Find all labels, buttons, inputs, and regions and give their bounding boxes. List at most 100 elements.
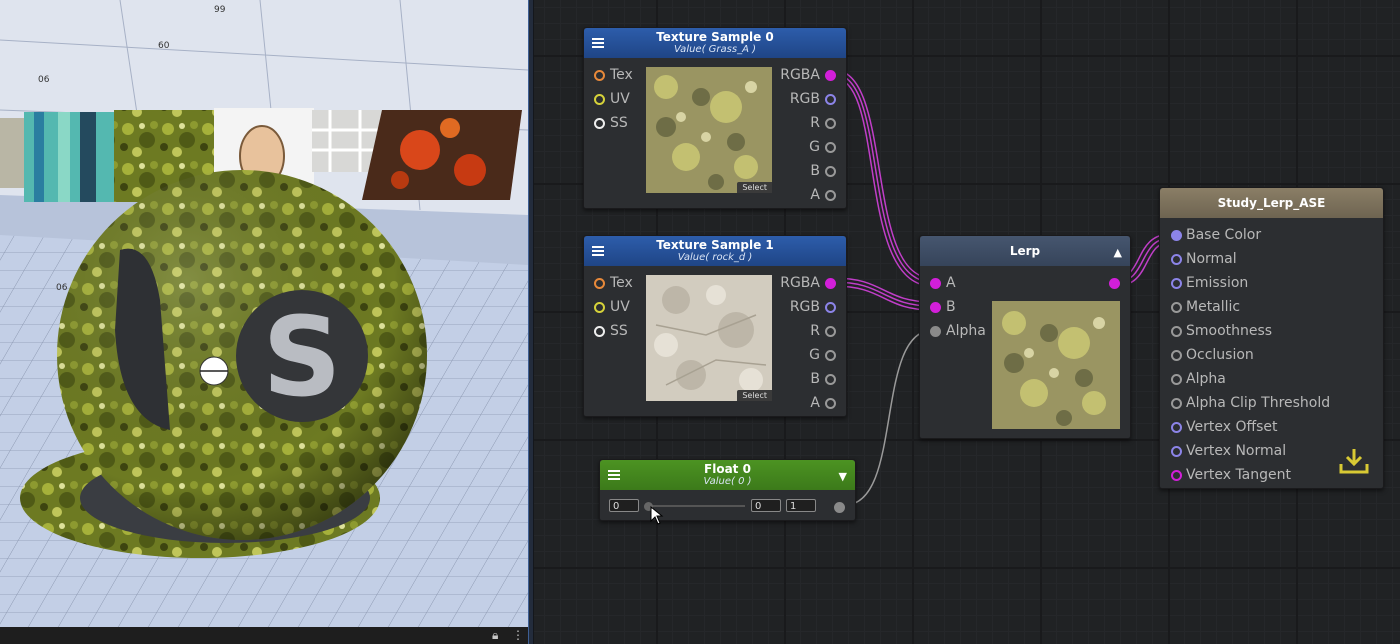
input-port-b[interactable] <box>930 302 941 313</box>
ruler-label: 06 <box>56 283 68 293</box>
output-label: RGB <box>789 299 820 315</box>
input-label: B <box>946 299 956 315</box>
output-port[interactable] <box>1109 278 1120 289</box>
input-label: Alpha <box>946 323 986 339</box>
select-texture-button[interactable]: Select <box>737 182 772 193</box>
input-label: Emission <box>1186 275 1249 291</box>
input-port-uv[interactable] <box>594 302 605 313</box>
viewport-toolbar: 🔒︎ ⋮ <box>0 627 528 644</box>
texture-preview: Select <box>646 275 772 401</box>
node-menu-icon[interactable] <box>592 38 604 48</box>
input-port-tex[interactable] <box>594 70 605 81</box>
output-port-b[interactable] <box>825 374 836 385</box>
output-port-rgba[interactable] <box>825 70 836 81</box>
input-port[interactable] <box>1171 422 1182 433</box>
output-port-rgba[interactable] <box>825 278 836 289</box>
output-port-r[interactable] <box>825 326 836 337</box>
texture-sample-0-node[interactable]: Texture Sample 0 Value( Grass_A ) Tex UV… <box>583 27 847 209</box>
input-port[interactable] <box>1171 326 1182 337</box>
input-label: Tex <box>610 67 633 83</box>
mouse-cursor-icon <box>650 506 664 525</box>
node-header[interactable]: Lerp ▲ <box>920 236 1130 266</box>
texture-sample-1-node[interactable]: Texture Sample 1 Value( rock_d ) Tex UV … <box>583 235 847 417</box>
collapse-arrow-icon[interactable]: ▲ <box>1114 246 1122 259</box>
output-port-a[interactable] <box>825 190 836 201</box>
max-value-field[interactable]: 1 <box>786 499 816 512</box>
node-graph-canvas[interactable]: Texture Sample 0 Value( Grass_A ) Tex UV… <box>534 0 1400 644</box>
node-header[interactable]: Texture Sample 1 Value( rock_d ) <box>584 236 846 266</box>
input-label: Base Color <box>1186 227 1262 243</box>
input-label: SS <box>610 323 628 339</box>
input-label: Vertex Tangent <box>1186 467 1291 483</box>
node-header[interactable]: Texture Sample 0 Value( Grass_A ) <box>584 28 846 58</box>
input-port-alpha[interactable] <box>930 326 941 337</box>
input-label: Vertex Normal <box>1186 443 1287 459</box>
input-port[interactable] <box>1171 230 1182 241</box>
select-texture-button[interactable]: Select <box>737 390 772 401</box>
input-port-ss[interactable] <box>594 326 605 337</box>
output-label: G <box>809 139 820 155</box>
master-output-node[interactable]: Study_Lerp_ASE Base Color Normal Emission M… <box>1159 187 1384 489</box>
input-label: A <box>946 275 956 291</box>
more-menu-icon[interactable]: ⋮ <box>512 628 524 642</box>
lock-icon[interactable]: 🔒︎ <box>492 628 498 643</box>
output-label: B <box>810 371 820 387</box>
input-port[interactable] <box>1171 278 1182 289</box>
output-label: R <box>810 115 820 131</box>
ruler-label: 06 <box>38 75 50 85</box>
input-port-a[interactable] <box>930 278 941 289</box>
sphere-logo: S <box>262 293 341 421</box>
input-label: SS <box>610 115 628 131</box>
input-port[interactable] <box>1171 254 1182 265</box>
texture-preview: Select <box>646 67 772 193</box>
save-download-icon[interactable] <box>1336 444 1372 478</box>
node-subtitle: Value( rock_d ) <box>677 252 753 263</box>
scene-viewport[interactable]: 06 60 99 06 S <box>0 0 528 627</box>
output-port-b[interactable] <box>825 166 836 177</box>
input-port[interactable] <box>1171 350 1182 361</box>
input-port-tex[interactable] <box>594 278 605 289</box>
input-label: Normal <box>1186 251 1237 267</box>
output-port-rgb[interactable] <box>825 94 836 105</box>
node-subtitle: Value( Grass_A ) <box>673 44 756 55</box>
float-0-node[interactable]: Float 0 Value( 0 ) ▼ 0 0 1 <box>599 459 856 521</box>
ruler-label: 60 <box>158 41 170 51</box>
input-port[interactable] <box>1171 302 1182 313</box>
lerp-preview <box>992 301 1120 429</box>
output-port-g[interactable] <box>825 142 836 153</box>
output-label: A <box>810 187 820 203</box>
input-label: Tex <box>610 275 633 291</box>
input-label: Alpha Clip Threshold <box>1186 395 1331 411</box>
node-subtitle: Value( 0 ) <box>703 476 752 487</box>
float-value-field[interactable]: 0 <box>609 499 639 512</box>
input-port[interactable] <box>1171 446 1182 457</box>
lerp-node[interactable]: Lerp ▲ A B Alpha <box>919 235 1131 439</box>
node-header[interactable]: Study_Lerp_ASE <box>1160 188 1383 218</box>
output-port-a[interactable] <box>825 398 836 409</box>
node-menu-icon[interactable] <box>608 470 620 480</box>
input-port[interactable] <box>1171 398 1182 409</box>
input-port[interactable] <box>1171 470 1182 481</box>
dropdown-arrow-icon[interactable]: ▼ <box>839 470 847 483</box>
input-port-uv[interactable] <box>594 94 605 105</box>
input-label: UV <box>610 299 630 315</box>
output-port-g[interactable] <box>825 350 836 361</box>
output-label: G <box>809 347 820 363</box>
output-label: R <box>810 323 820 339</box>
min-value-field[interactable]: 0 <box>751 499 781 512</box>
input-port[interactable] <box>1171 374 1182 385</box>
node-title: Texture Sample 0 <box>656 30 774 44</box>
scene-render: 06 60 99 06 S <box>0 0 528 627</box>
node-menu-icon[interactable] <box>592 246 604 256</box>
node-title: Texture Sample 1 <box>656 238 774 252</box>
output-label: A <box>810 395 820 411</box>
ruler-label: 99 <box>214 5 226 15</box>
output-port[interactable] <box>834 502 845 513</box>
input-label: Metallic <box>1186 299 1241 315</box>
node-header[interactable]: Float 0 Value( 0 ) ▼ <box>600 460 855 490</box>
output-label: RGB <box>789 91 820 107</box>
input-port-ss[interactable] <box>594 118 605 129</box>
node-title: Study_Lerp_ASE <box>1217 196 1326 210</box>
output-port-rgb[interactable] <box>825 302 836 313</box>
output-port-r[interactable] <box>825 118 836 129</box>
